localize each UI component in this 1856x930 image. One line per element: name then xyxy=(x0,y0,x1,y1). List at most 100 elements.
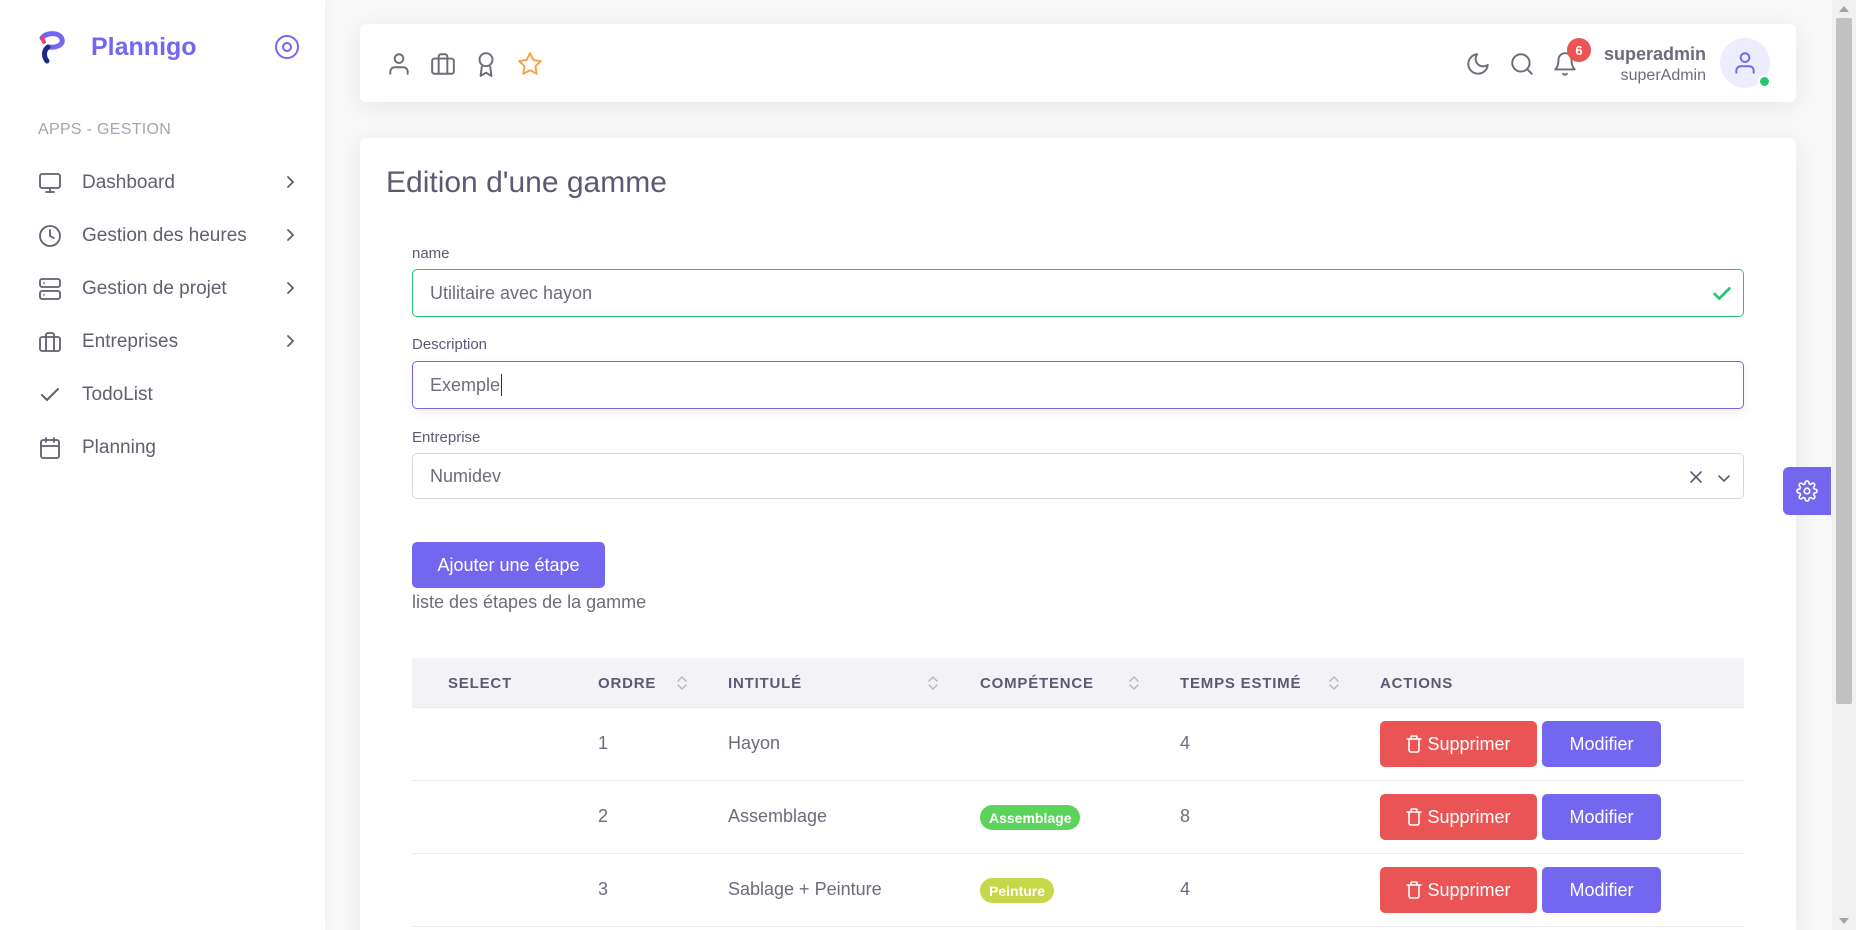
brand-name: Plannigo xyxy=(91,33,197,61)
plannigo-logo-icon xyxy=(39,31,65,64)
delete-label: Supprimer xyxy=(1427,806,1511,827)
cell-intitule: Sablage + Peinture xyxy=(728,879,882,899)
steps-table: SELECT ORDRE INTITULÉ COMPÉTENCE TEMPS E… xyxy=(412,658,1744,927)
user-name[interactable]: superadmin xyxy=(1604,44,1706,65)
search-icon[interactable] xyxy=(1509,51,1535,77)
sort-icon[interactable] xyxy=(676,673,688,693)
check-icon xyxy=(41,387,59,401)
sidebar-item-label: Dashboard xyxy=(82,171,175,193)
chevron-down-icon[interactable] xyxy=(1715,469,1733,487)
delete-label: Supprimer xyxy=(1427,733,1511,754)
main-navigation: Dashboard Gestion des heures Gestion de … xyxy=(0,156,325,474)
briefcase-icon[interactable] xyxy=(430,51,456,77)
sidebar-item-todolist[interactable]: TodoList xyxy=(0,368,325,421)
entreprise-label: Entreprise xyxy=(412,429,481,446)
table-row: 3 Sablage + Peinture Peinture 4 Supprime… xyxy=(412,854,1744,927)
trash-icon xyxy=(1406,881,1423,899)
delete-button[interactable]: Supprimer xyxy=(1380,794,1537,840)
delete-button[interactable]: Supprimer xyxy=(1380,867,1537,913)
delete-label: Supprimer xyxy=(1427,879,1511,900)
top-navbar: 6 superadmin superAdmin xyxy=(360,24,1796,102)
competence-badge: Assemblage xyxy=(980,805,1081,830)
sort-icon[interactable] xyxy=(1328,673,1340,693)
entreprise-value: Numidev xyxy=(430,465,502,486)
cell-intitule: Assemblage xyxy=(728,806,828,826)
star-icon[interactable] xyxy=(517,51,543,77)
clock-icon xyxy=(39,224,61,247)
collapse-toggle-icon[interactable] xyxy=(274,34,300,60)
brand[interactable]: Plannigo xyxy=(38,30,197,64)
add-step-button[interactable]: Ajouter une étape xyxy=(412,542,605,588)
avatar[interactable] xyxy=(1720,38,1771,88)
user-icon[interactable] xyxy=(386,51,412,77)
delete-button[interactable]: Supprimer xyxy=(1380,721,1537,767)
sidebar-item-label: TodoList xyxy=(82,383,153,405)
customizer-toggle[interactable] xyxy=(1783,467,1831,515)
trash-icon xyxy=(1406,808,1423,826)
sidebar-item-planning[interactable]: Planning xyxy=(0,421,325,474)
sidebar-item-label: Planning xyxy=(82,436,156,458)
edit-button[interactable]: Modifier xyxy=(1542,721,1661,767)
column-header-competence[interactable]: COMPÉTENCE xyxy=(980,675,1094,692)
column-header-select: SELECT xyxy=(448,675,512,692)
cell-ordre: 3 xyxy=(598,879,609,899)
name-field[interactable]: Utilitaire avec hayon xyxy=(412,269,1744,317)
description-value: Exemple xyxy=(430,374,501,395)
competence-badge: Peinture xyxy=(980,878,1055,903)
server-icon xyxy=(39,277,61,300)
sidebar-item-label: Gestion de projet xyxy=(82,277,227,299)
chevron-right-icon xyxy=(287,176,295,188)
scrollbar-thumb[interactable] xyxy=(1836,18,1852,704)
table-header: SELECT ORDRE INTITULÉ COMPÉTENCE TEMPS E… xyxy=(412,658,1744,708)
table-row: 2 Assemblage Assemblage 8 Supprimer Modi… xyxy=(412,781,1744,854)
sidebar-item-dashboard[interactable]: Dashboard xyxy=(0,156,325,209)
calendar-icon xyxy=(40,436,60,459)
valid-check-icon xyxy=(1713,287,1731,300)
chevron-right-icon xyxy=(287,282,295,294)
notification-count-badge: 6 xyxy=(1567,38,1591,62)
settings-gear-icon xyxy=(1796,480,1818,502)
edit-gamme-card: Edition d'une gamme name Utilitaire avec… xyxy=(360,138,1796,930)
briefcase-icon xyxy=(39,331,61,352)
sort-icon[interactable] xyxy=(927,673,939,693)
edit-button[interactable]: Modifier xyxy=(1542,794,1661,840)
column-header-actions: ACTIONS xyxy=(1380,675,1454,692)
sort-icon[interactable] xyxy=(1128,673,1140,693)
text-caret xyxy=(501,374,503,396)
name-value: Utilitaire avec hayon xyxy=(430,282,593,303)
cell-temps: 4 xyxy=(1180,879,1191,899)
description-label: Description xyxy=(412,336,488,353)
user-role: superAdmin xyxy=(1620,67,1706,84)
sidebar-item-label: Entreprises xyxy=(82,330,179,352)
sidebar: Plannigo APPS - GESTION Dashboard Gestio… xyxy=(0,0,325,930)
moon-icon[interactable] xyxy=(1465,51,1491,77)
sidebar-item-label: Gestion des heures xyxy=(82,224,247,246)
description-field[interactable]: Exemple xyxy=(412,361,1744,409)
cell-ordre: 1 xyxy=(598,733,609,753)
sidebar-item-gestion-projet[interactable]: Gestion de projet xyxy=(0,262,325,315)
chevron-right-icon xyxy=(287,335,295,347)
award-icon[interactable] xyxy=(473,51,499,77)
edit-button[interactable]: Modifier xyxy=(1542,867,1661,913)
cell-intitule: Hayon xyxy=(728,733,781,753)
chevron-right-icon xyxy=(287,229,295,241)
page-title: Edition d'une gamme xyxy=(386,166,667,199)
table-row: 1 Hayon 4 Supprimer Modifier xyxy=(412,708,1744,781)
column-header-temps[interactable]: TEMPS ESTIMÉ xyxy=(1180,675,1301,692)
name-label: name xyxy=(412,245,450,262)
trash-icon xyxy=(1406,735,1423,753)
sidebar-item-gestion-heures[interactable]: Gestion des heures xyxy=(0,209,325,262)
clear-selection-icon[interactable] xyxy=(1687,468,1705,486)
steps-list-caption: liste des étapes de la gamme xyxy=(412,592,647,612)
monitor-icon xyxy=(39,172,61,193)
scroll-up-arrow-icon[interactable] xyxy=(1838,4,1850,14)
column-header-ordre[interactable]: ORDRE xyxy=(598,675,656,692)
cell-ordre: 2 xyxy=(598,806,609,826)
scroll-down-arrow-icon[interactable] xyxy=(1838,916,1850,926)
cell-temps: 8 xyxy=(1180,806,1191,826)
column-header-intitule[interactable]: INTITULÉ xyxy=(728,675,802,692)
nav-section-header: APPS - GESTION xyxy=(38,121,172,138)
sidebar-item-entreprises[interactable]: Entreprises xyxy=(0,315,325,368)
user-avatar-icon xyxy=(1735,52,1755,74)
entreprise-select[interactable]: Numidev xyxy=(412,453,1744,499)
